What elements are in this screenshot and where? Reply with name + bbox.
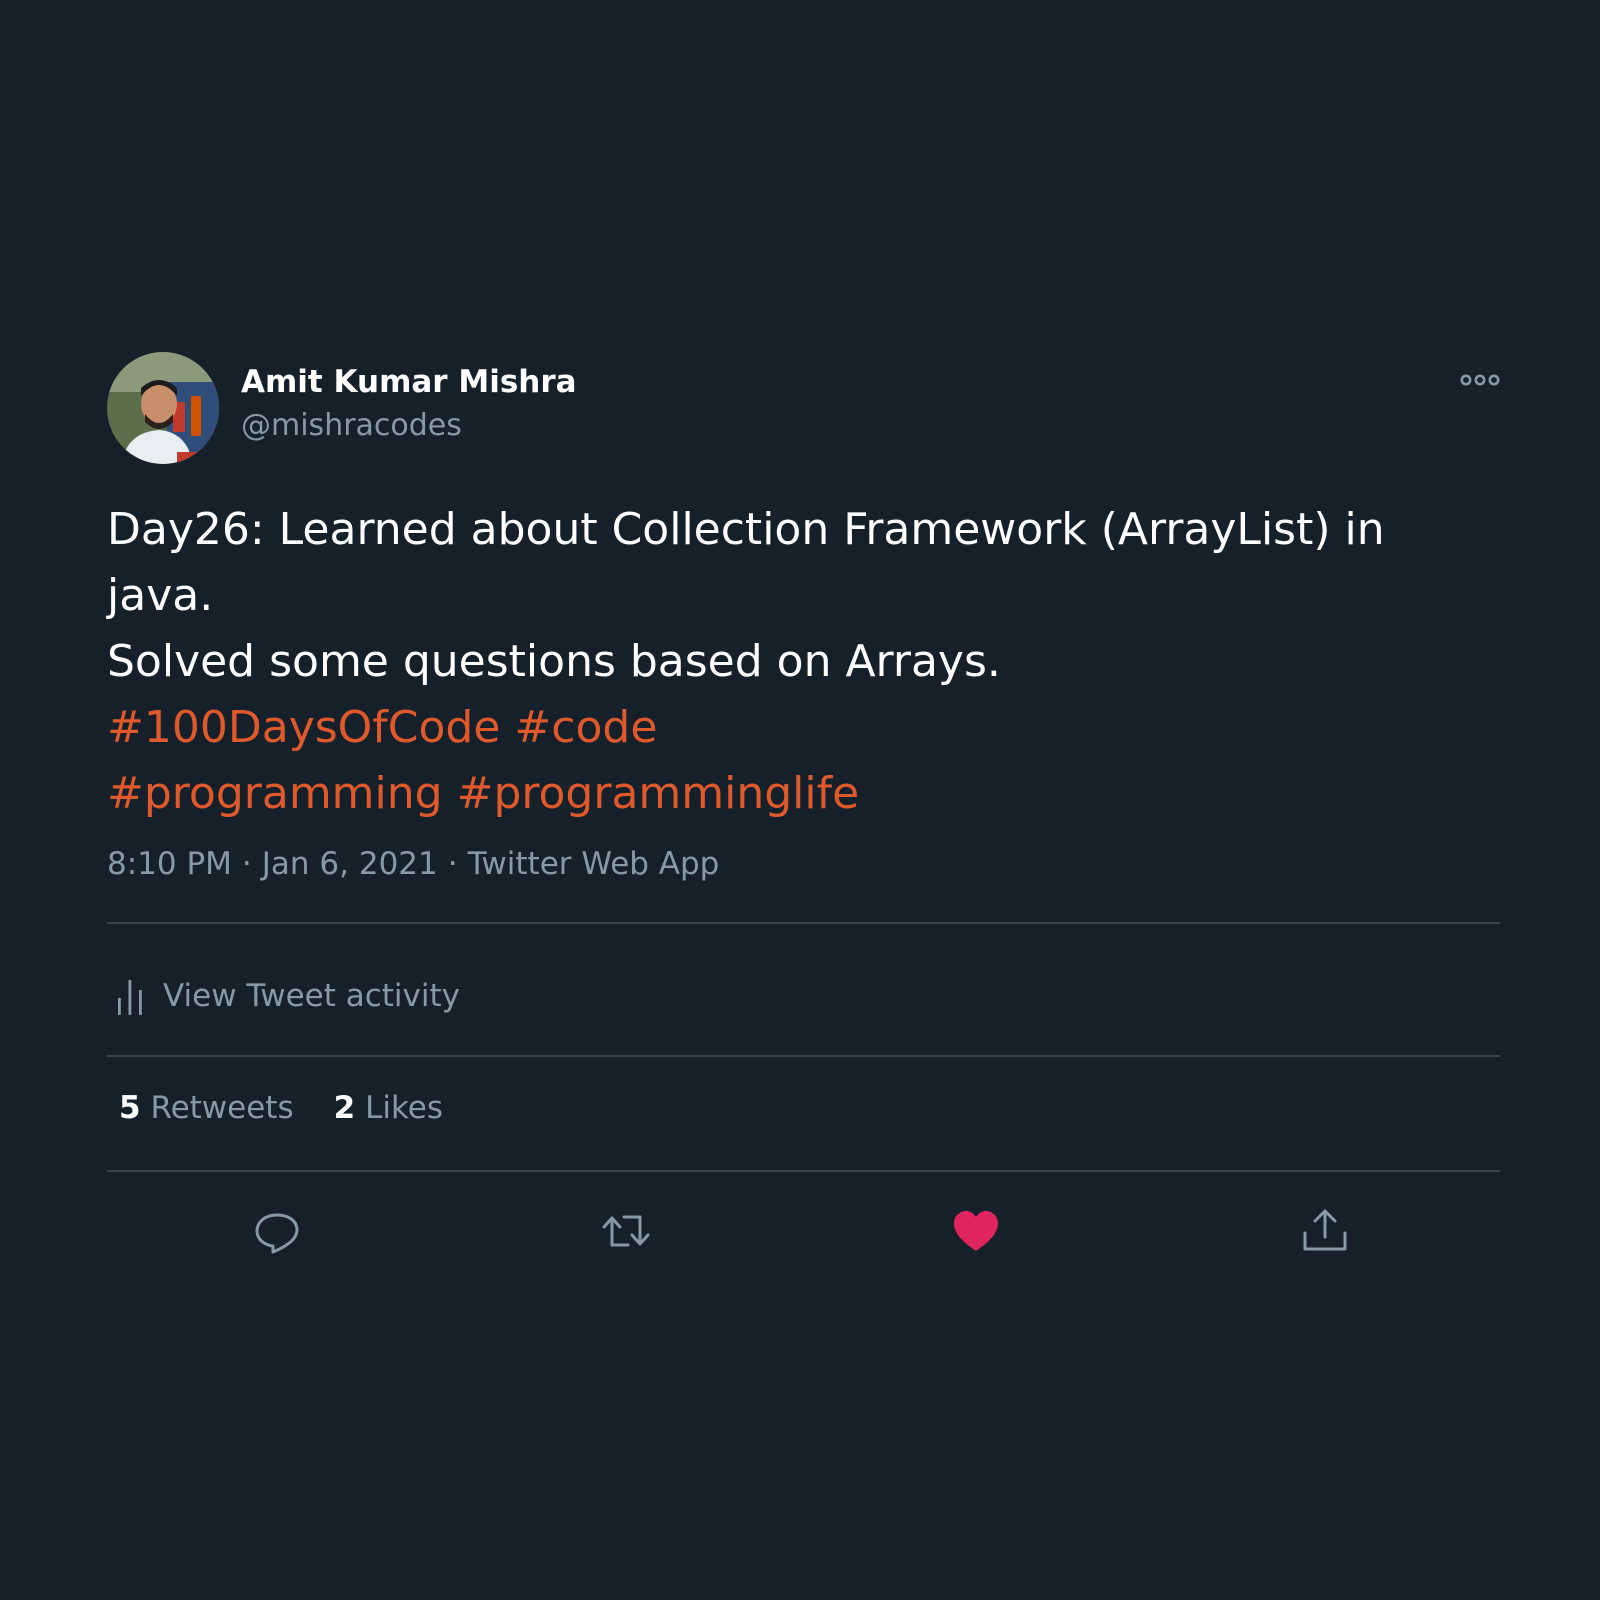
tweet-text-line: Solved some questions based on Arrays. [107,636,1001,687]
likes-label: Likes [365,1090,444,1126]
hashtag-line: #programming #programminglife [107,761,1500,827]
page: Amit Kumar Mishra @mishracodes Day26: Le… [0,0,1600,1600]
share-button[interactable] [1299,1205,1351,1257]
tweet-source[interactable]: Twitter Web App [468,846,720,882]
more-options-button[interactable] [1460,368,1500,392]
share-icon [1303,1209,1347,1251]
likes-count: 2 [333,1090,356,1126]
view-tweet-activity-button[interactable]: View Tweet activity [107,940,1500,1050]
tweet-text-line: java. [107,570,214,621]
hashtag-link[interactable]: #code [514,702,657,753]
bar-chart-icon [118,980,142,1015]
like-icon [954,1211,998,1251]
meta-separator: · [241,846,252,882]
engagement-stats: 5 Retweets 2 Likes [119,1090,483,1126]
hashtag-link[interactable]: #programming [107,768,443,819]
hashtag-line: #100DaysOfCode #code [107,695,1500,761]
more-dots-icon [1460,374,1500,386]
divider [107,1055,1500,1057]
tweet-time[interactable]: 8:10 PM [107,846,232,882]
reply-icon [255,1213,299,1254]
tweet-header: Amit Kumar Mishra @mishracodes [107,350,1500,465]
author-handle[interactable]: @mishracodes [241,408,462,443]
retweets-count: 5 [119,1090,141,1126]
author-name[interactable]: Amit Kumar Mishra [241,364,577,400]
hashtag-link[interactable]: #programminglife [457,768,860,819]
tweet-meta: 8:10 PM · Jan 6, 2021 · Twitter Web App [107,846,719,882]
hashtag-link[interactable]: #100DaysOfCode [107,702,500,753]
divider [107,922,1500,924]
tweet-text-line: Day26: Learned about Collection Framewor… [107,504,1385,555]
like-button[interactable] [950,1205,1002,1257]
tweet-card: Amit Kumar Mishra @mishracodes Day26: Le… [107,350,1500,1254]
profile-photo-icon [107,352,219,464]
retweets-label: Retweets [150,1090,294,1126]
reply-button[interactable] [251,1205,303,1257]
divider [107,1170,1500,1172]
avatar[interactable] [107,352,219,464]
tweet-date[interactable]: Jan 6, 2021 [262,846,438,882]
view-tweet-activity-label: View Tweet activity [163,978,460,1014]
likes-stat[interactable]: 2 Likes [334,1090,443,1126]
meta-separator: · [447,846,458,882]
tweet-text: Day26: Learned about Collection Framewor… [107,497,1500,827]
retweet-button[interactable] [600,1205,652,1257]
tweet-actions [107,1205,1500,1275]
retweet-icon [602,1215,650,1247]
retweets-stat[interactable]: 5 Retweets [119,1090,294,1126]
